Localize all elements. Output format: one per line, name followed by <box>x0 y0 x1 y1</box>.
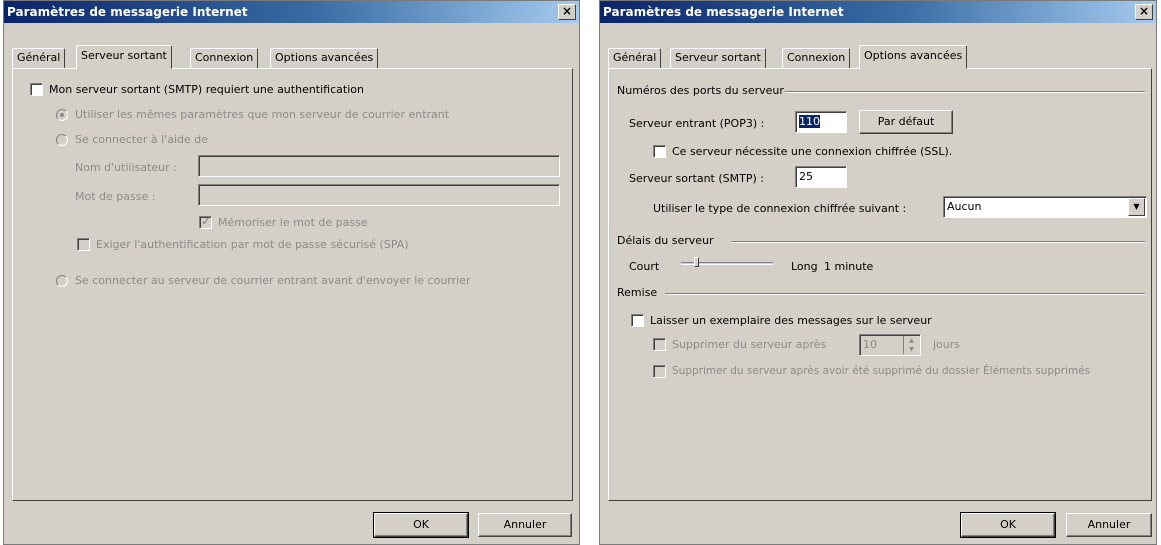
incoming-ssl-label: Ce serveur nécessite une connexion chiff… <box>672 145 953 158</box>
password-input[interactable] <box>198 184 560 206</box>
dialog-title: Paramètres de messagerie Internet <box>4 1 579 23</box>
remove-after-days-value: 10 <box>863 338 877 351</box>
log-on-using-radio[interactable] <box>56 134 68 146</box>
outgoing-server-panel: Mon serveur sortant (SMTP) requiert une … <box>12 68 573 501</box>
smtp-auth-checkbox[interactable] <box>30 83 43 96</box>
tab-connection[interactable]: Connexion <box>782 48 851 68</box>
spa-checkbox[interactable] <box>77 238 90 251</box>
chevron-down-icon[interactable]: ▼ <box>1128 198 1145 216</box>
timeout-short-label: Court <box>629 260 660 273</box>
ok-button[interactable]: OK <box>373 512 469 538</box>
days-label: jours <box>933 338 961 351</box>
checkmark-icon: ✓ <box>201 214 212 228</box>
spin-down-icon[interactable]: ▼ <box>904 345 919 354</box>
tab-advanced[interactable]: Options avancées <box>859 45 968 69</box>
ports-group-divider <box>785 91 1145 93</box>
spin-up-icon[interactable]: ▲ <box>904 336 919 345</box>
ports-group-label: Numéros des ports du serveur <box>617 84 784 97</box>
remove-when-deleted-label: Supprimer du serveur après avoir été sup… <box>672 365 1091 377</box>
remove-when-deleted-checkbox[interactable] <box>653 365 666 378</box>
incoming-port-input[interactable]: 110 <box>795 111 847 133</box>
tab-connection[interactable]: Connexion <box>190 48 259 68</box>
leave-copy-checkbox[interactable] <box>631 314 644 327</box>
delivery-group-divider <box>665 293 1145 295</box>
tab-outgoing-server[interactable]: Serveur sortant <box>76 45 172 69</box>
timeout-slider-thumb[interactable] <box>693 257 699 267</box>
encryption-type-value: Aucun <box>947 200 982 213</box>
outgoing-port-input[interactable]: 25 <box>795 166 847 188</box>
delivery-group-label: Remise <box>617 286 658 299</box>
password-label: Mot de passe : <box>75 190 156 203</box>
timeouts-group-divider <box>731 241 1145 243</box>
dialog-title: Paramètres de messagerie Internet <box>600 1 1156 23</box>
timeout-long-label: Long <box>791 260 818 273</box>
days-spinner[interactable]: ▲ ▼ <box>903 336 919 354</box>
remove-after-checkbox[interactable] <box>653 338 666 351</box>
outgoing-port-label: Serveur sortant (SMTP) : <box>629 172 764 185</box>
incoming-port-value: 110 <box>799 115 820 128</box>
encryption-type-select[interactable]: Aucun ▼ <box>943 196 1147 218</box>
log-on-using-label: Se connecter à l'aide de <box>75 133 208 146</box>
cancel-button[interactable]: Annuler <box>478 513 572 537</box>
advanced-options-panel: Numéros des ports du serveur Serveur ent… <box>608 68 1152 501</box>
remove-after-days-input[interactable]: 10 ▲ ▼ <box>859 334 921 356</box>
default-ports-button[interactable]: Par défaut <box>859 110 953 134</box>
advanced-options-dialog: Paramètres de messagerie Internet × Géné… <box>599 0 1157 545</box>
timeout-value: 1 minute <box>824 260 874 273</box>
incoming-ssl-checkbox[interactable] <box>653 145 666 158</box>
leave-copy-label: Laisser un exemplaire des messages sur l… <box>650 314 932 327</box>
close-icon[interactable]: × <box>1135 4 1153 20</box>
log-on-incoming-label: Se connecter au serveur de courrier entr… <box>75 274 471 287</box>
tab-general[interactable]: Général <box>608 48 662 68</box>
username-input[interactable] <box>198 155 560 177</box>
outgoing-server-dialog: Paramètres de messagerie Internet × Géné… <box>3 0 580 545</box>
encryption-type-label: Utiliser le type de connexion chiffrée s… <box>653 202 907 215</box>
tab-general[interactable]: Général <box>12 48 66 68</box>
timeouts-group-label: Délais du serveur <box>617 234 714 247</box>
remove-after-label: Supprimer du serveur après <box>672 338 827 351</box>
smtp-auth-label: Mon serveur sortant (SMTP) requiert une … <box>49 83 364 96</box>
remember-password-checkbox[interactable]: ✓ <box>199 214 212 229</box>
log-on-incoming-radio[interactable] <box>56 275 68 287</box>
spa-label: Exiger l'authentification par mot de pas… <box>96 238 409 251</box>
use-same-settings-label: Utiliser les mêmes paramètres que mon se… <box>75 108 450 121</box>
tab-outgoing-server[interactable]: Serveur sortant <box>670 48 766 68</box>
radio-selected-dot <box>60 113 64 117</box>
incoming-port-label: Serveur entrant (POP3) : <box>629 117 765 130</box>
remember-password-label: Mémoriser le mot de passe <box>218 216 368 229</box>
close-icon[interactable]: × <box>558 4 576 20</box>
ok-button[interactable]: OK <box>960 512 1056 538</box>
tab-advanced[interactable]: Options avancées <box>270 48 379 68</box>
use-same-settings-radio[interactable] <box>56 109 68 121</box>
cancel-button[interactable]: Annuler <box>1066 513 1152 537</box>
username-label: Nom d'utilisateur : <box>75 161 177 174</box>
